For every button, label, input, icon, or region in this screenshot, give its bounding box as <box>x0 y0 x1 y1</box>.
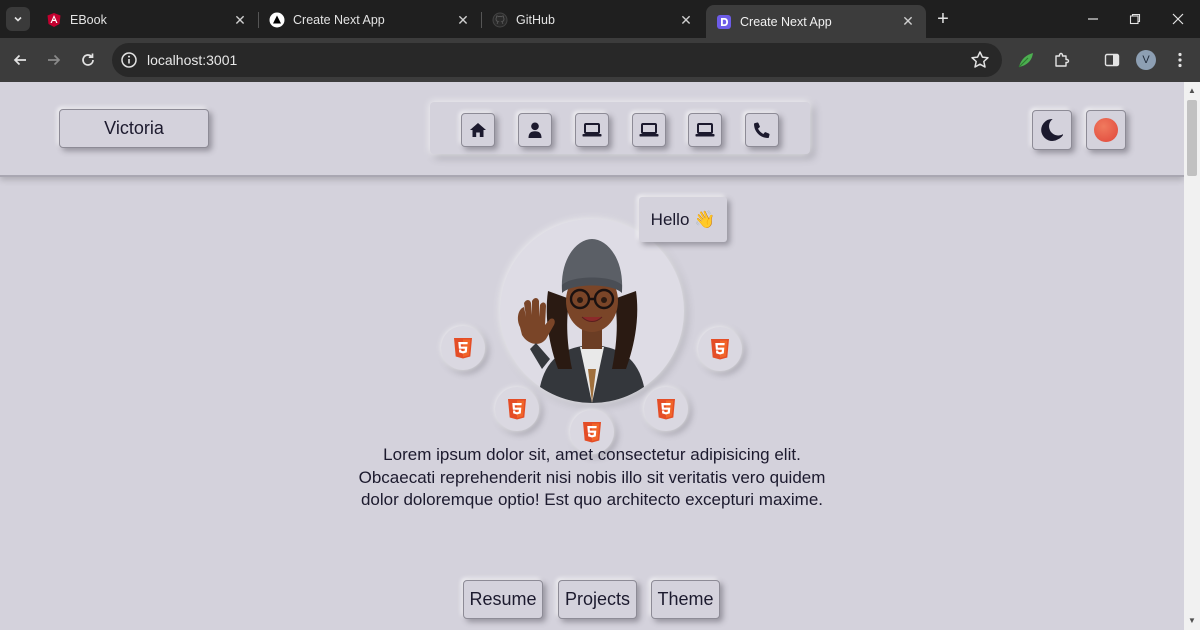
skill-badge-html5-2 <box>698 327 742 371</box>
phone-icon <box>754 122 770 138</box>
page-viewport: Victoria Hello 👋 Lorem ipsum dolor sit, … <box>0 82 1184 630</box>
laptop-icon <box>695 123 715 137</box>
scroll-down-arrow-icon[interactable]: ▼ <box>1186 616 1198 626</box>
minimize-button[interactable] <box>1071 0 1115 38</box>
avatar-illustration <box>517 239 646 403</box>
html5-icon <box>711 339 729 360</box>
tab-title: EBook <box>70 13 107 27</box>
browser-toolbar: localhost:3001 <box>0 38 1200 106</box>
accent-color-swatch <box>1094 118 1118 142</box>
browser-tab-strip: EBook ✕ Create Next App ✕ GitHub ✕ Creat… <box>0 0 1200 38</box>
html5-icon <box>583 422 601 443</box>
tab-github[interactable]: GitHub ✕ <box>482 5 704 35</box>
extension-button[interactable] <box>1016 50 1036 70</box>
resume-button[interactable]: Resume <box>463 580 543 619</box>
leaf-extension-icon <box>1018 53 1033 68</box>
skill-badge-html5-4 <box>644 387 688 431</box>
new-tab-button[interactable]: + <box>932 9 954 31</box>
nav-laptop-button-2[interactable] <box>632 113 666 147</box>
home-icon <box>470 123 486 137</box>
moon-icon <box>1041 118 1063 141</box>
close-icon[interactable]: ✕ <box>678 12 694 28</box>
reload-icon <box>82 53 94 66</box>
angular-icon <box>46 12 62 28</box>
profile-avatar[interactable]: V <box>1136 50 1156 70</box>
nav-laptop-button-1[interactable] <box>575 113 609 147</box>
close-icon[interactable]: ✕ <box>900 13 916 30</box>
arrow-left-icon <box>13 54 26 66</box>
html5-icon <box>454 338 472 359</box>
close-window-button[interactable] <box>1156 0 1200 38</box>
nav-contact-button[interactable] <box>745 113 779 147</box>
nav-home-button[interactable] <box>461 113 495 147</box>
reload-button[interactable] <box>74 46 102 74</box>
puzzle-icon <box>1055 52 1070 67</box>
theme-button[interactable]: Theme <box>651 580 720 619</box>
bookmark-star-icon[interactable] <box>970 50 990 70</box>
url-text[interactable]: localhost:3001 <box>147 52 237 68</box>
nav-about-button[interactable] <box>518 113 552 147</box>
greeting-bubble: Hello 👋 <box>639 197 727 242</box>
restore-icon <box>1129 13 1141 25</box>
minimize-icon <box>1088 18 1098 20</box>
dark-mode-toggle[interactable] <box>1032 110 1072 150</box>
tab-create-next-app-active[interactable]: Create Next App ✕ <box>706 5 926 38</box>
html5-icon <box>657 399 675 420</box>
nextjs-icon <box>269 12 285 28</box>
tab-ebook[interactable]: EBook ✕ <box>36 5 258 35</box>
forward-button[interactable] <box>40 46 68 74</box>
close-icon[interactable]: ✕ <box>232 12 248 28</box>
side-panel-button[interactable] <box>1102 50 1122 70</box>
tab-title: Create Next App <box>740 14 832 29</box>
chevron-down-icon <box>14 16 22 22</box>
next-dev-icon <box>716 14 732 30</box>
address-bar[interactable]: localhost:3001 <box>112 43 1002 77</box>
arrow-right-icon <box>48 54 61 66</box>
tab-title: GitHub <box>516 13 555 27</box>
user-icon <box>528 122 542 138</box>
tab-create-next-app-1[interactable]: Create Next App ✕ <box>259 5 481 35</box>
skill-badge-html5-1 <box>441 326 485 370</box>
bio-text: Lorem ipsum dolor sit, amet consectetur … <box>358 445 826 509</box>
back-button[interactable] <box>6 46 34 74</box>
extensions-menu-button[interactable] <box>1052 50 1072 70</box>
close-icon <box>1172 13 1184 25</box>
brand-button[interactable]: Victoria <box>59 109 209 148</box>
laptop-icon <box>582 123 602 137</box>
info-icon[interactable] <box>120 51 138 69</box>
browser-menu-button[interactable] <box>1170 50 1190 70</box>
tab-search-button[interactable] <box>6 7 30 31</box>
accent-color-button[interactable] <box>1086 110 1126 150</box>
projects-button[interactable]: Projects <box>558 580 637 619</box>
scroll-up-arrow-icon[interactable]: ▲ <box>1186 86 1198 96</box>
site-header: Victoria <box>0 82 1184 177</box>
restore-button[interactable] <box>1113 0 1157 38</box>
tab-title: Create Next App <box>293 13 385 27</box>
scrollbar-thumb[interactable] <box>1187 100 1197 176</box>
skill-badge-html5-3 <box>495 387 539 431</box>
nav-laptop-button-3[interactable] <box>688 113 722 147</box>
github-icon <box>492 12 508 28</box>
laptop-icon <box>639 123 659 137</box>
kebab-menu-icon <box>1178 52 1182 68</box>
close-icon[interactable]: ✕ <box>455 12 471 28</box>
html5-icon <box>508 399 526 420</box>
nav-icon-group <box>430 102 810 154</box>
side-panel-icon <box>1104 53 1120 67</box>
avatar <box>500 219 684 403</box>
